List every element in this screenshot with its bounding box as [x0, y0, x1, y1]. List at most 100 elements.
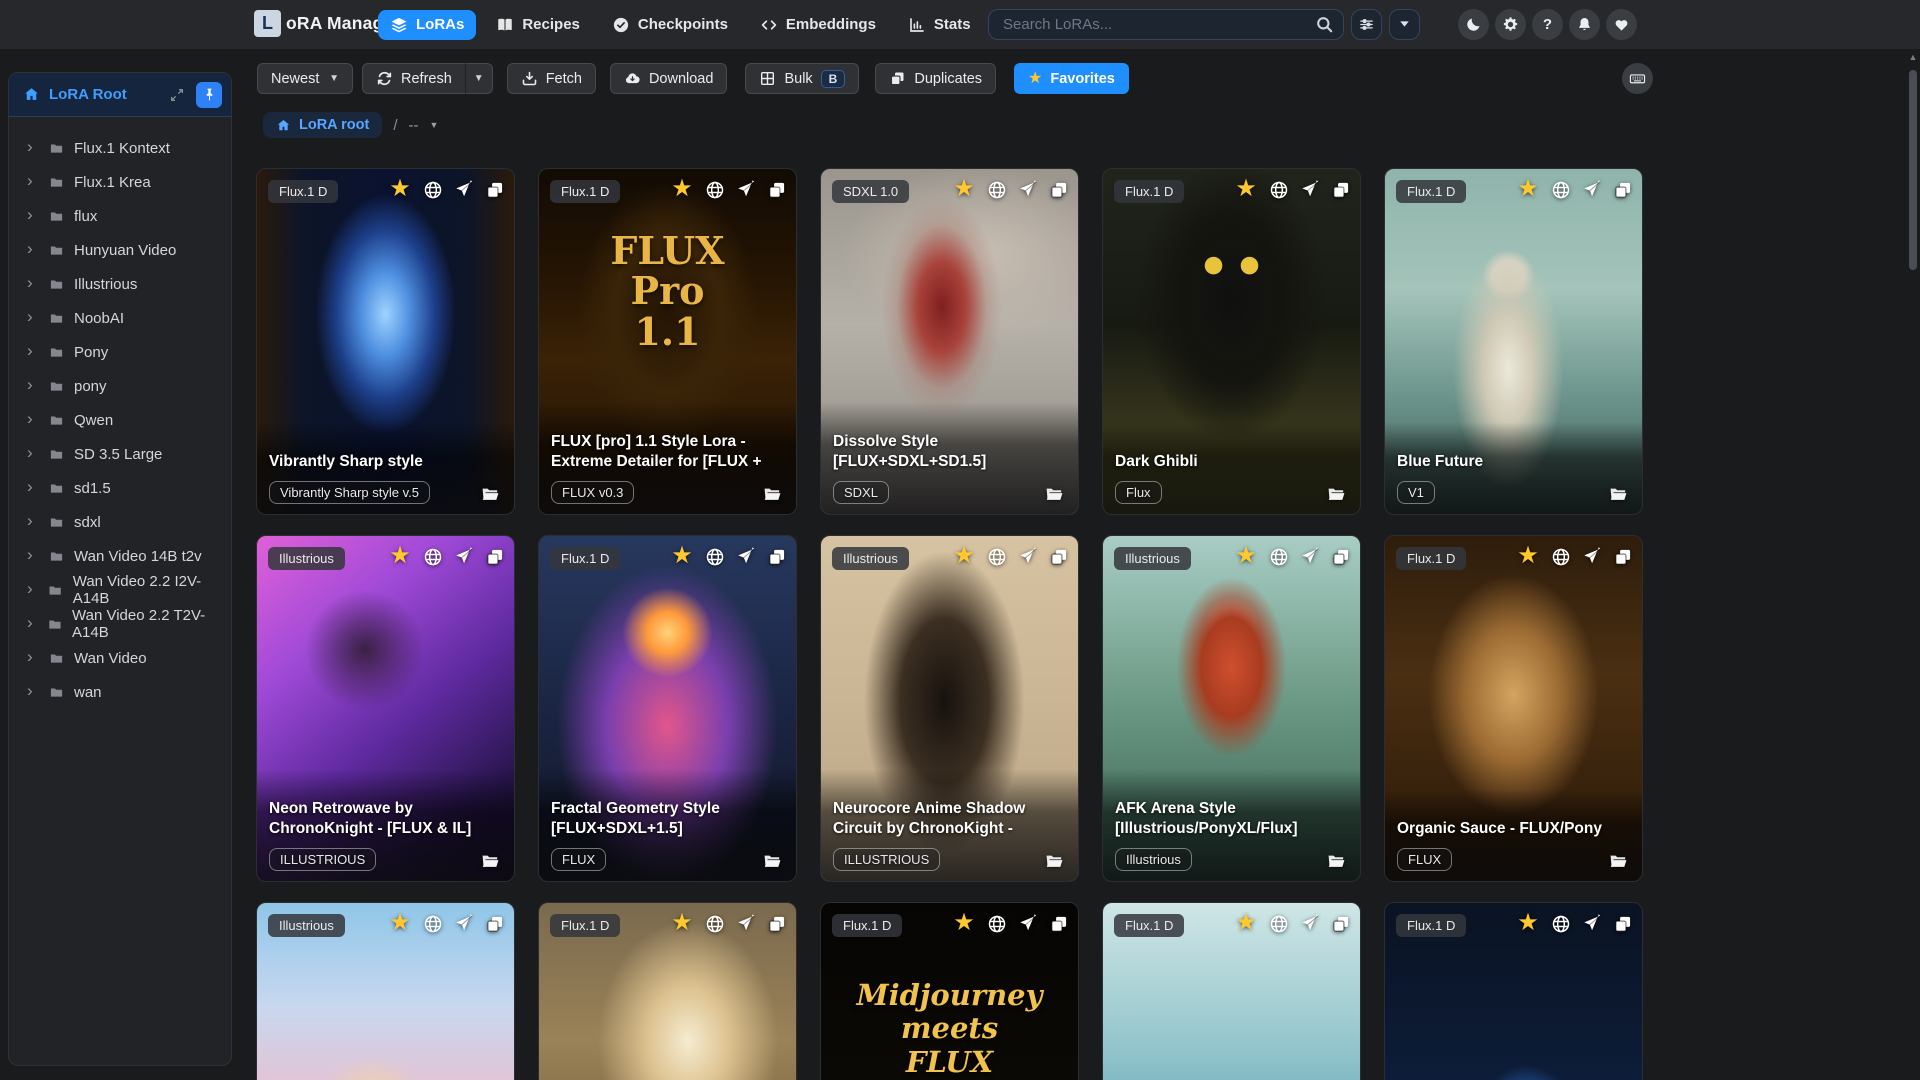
sidebar-folder[interactable]: › sdxl [9, 505, 231, 539]
open-folder-icon[interactable] [1043, 484, 1066, 504]
globe-icon[interactable] [705, 180, 725, 200]
scrollbar[interactable]: ▲ [1907, 52, 1919, 1080]
sidebar-folder[interactable]: › sd1.5 [9, 471, 231, 505]
favorite-star-icon[interactable]: ★ [952, 544, 976, 568]
scrollbar-up-arrow[interactable]: ▲ [1907, 52, 1919, 62]
open-folder-icon[interactable] [1325, 484, 1348, 504]
favorite-star-icon[interactable]: ★ [1516, 544, 1540, 568]
funnel-filter-button[interactable] [1389, 9, 1420, 40]
copy-icon[interactable] [1049, 547, 1069, 567]
globe-icon[interactable] [987, 914, 1007, 934]
copy-icon[interactable] [1613, 914, 1633, 934]
gear-button[interactable] [1495, 9, 1526, 40]
sidebar-folder[interactable]: › Wan Video 2.2 I2V-A14B [9, 573, 231, 607]
nav-tab-checkpoints[interactable]: Checkpoints [600, 10, 740, 40]
send-icon[interactable] [736, 547, 756, 567]
open-folder-icon[interactable] [1325, 851, 1348, 871]
copy-icon[interactable] [485, 180, 505, 200]
sidebar-folder[interactable]: › Wan Video 2.2 T2V-A14B [9, 607, 231, 641]
nav-tab-loras[interactable]: LoRAs [378, 9, 477, 40]
favorite-star-icon[interactable]: ★ [670, 544, 694, 568]
send-icon[interactable] [1300, 547, 1320, 567]
version-tag[interactable]: ILLUSTRIOUS [269, 848, 377, 871]
sidebar-folder[interactable]: › Wan Video [9, 641, 231, 675]
moon-button[interactable] [1458, 9, 1489, 40]
send-icon[interactable] [1018, 180, 1038, 200]
keyboard-shortcuts-button[interactable] [1622, 63, 1653, 94]
open-folder-icon[interactable] [761, 851, 784, 871]
globe-icon[interactable] [1269, 180, 1289, 200]
favorite-star-icon[interactable]: ★ [388, 177, 412, 201]
chevron-right-icon[interactable]: › [27, 172, 41, 189]
chevron-right-icon[interactable]: › [27, 342, 41, 359]
favorite-star-icon[interactable]: ★ [1234, 177, 1258, 201]
refresh-button[interactable]: Refresh [362, 63, 466, 94]
open-folder-icon[interactable] [1043, 851, 1066, 871]
chevron-right-icon[interactable]: › [27, 682, 41, 699]
send-icon[interactable] [1018, 914, 1038, 934]
favorite-star-icon[interactable]: ★ [1234, 544, 1258, 568]
chevron-down-icon[interactable]: ▼ [430, 120, 439, 130]
open-folder-icon[interactable] [761, 484, 784, 504]
version-tag[interactable]: Flux [1115, 481, 1162, 504]
send-icon[interactable] [454, 914, 474, 934]
sliders-filter-button[interactable] [1351, 9, 1382, 40]
fetch-button[interactable]: Fetch [506, 63, 596, 94]
lora-card[interactable]: Flux.1 D ★ Blue Future V1 [1384, 168, 1643, 515]
sidebar-folder[interactable]: › Pony [9, 335, 231, 369]
chevron-right-icon[interactable]: › [27, 546, 41, 563]
lora-card[interactable]: SDXL 1.0 ★ Dissolve Style [FLUX+SDXL+SD1… [820, 168, 1079, 515]
send-icon[interactable] [1300, 914, 1320, 934]
version-tag[interactable]: Vibrantly Sharp style v.5 [269, 481, 430, 504]
chevron-right-icon[interactable]: › [27, 240, 41, 257]
version-tag[interactable]: FLUX [551, 848, 607, 871]
favorites-button[interactable]: ★ Favorites [1014, 63, 1129, 94]
favorite-star-icon[interactable]: ★ [952, 911, 976, 935]
lora-card[interactable]: Midjourney meets FLUX Flux.1 D ★ [820, 902, 1079, 1080]
copy-icon[interactable] [485, 547, 505, 567]
pin-sidebar-button[interactable] [196, 81, 222, 108]
globe-icon[interactable] [423, 180, 443, 200]
sidebar-root-header[interactable]: LoRA Root [9, 73, 231, 117]
favorite-star-icon[interactable]: ★ [670, 177, 694, 201]
download-button[interactable]: Download [609, 63, 728, 94]
copy-icon[interactable] [1049, 914, 1069, 934]
send-icon[interactable] [1582, 180, 1602, 200]
sidebar-folder[interactable]: › Illustrious [9, 267, 231, 301]
chevron-right-icon[interactable]: › [27, 614, 40, 631]
copy-icon[interactable] [485, 914, 505, 934]
lora-card[interactable]: FLUX Pro 1.1 Flux.1 D ★ FLUX [pro] 1.1 S… [538, 168, 797, 515]
globe-icon[interactable] [1551, 180, 1571, 200]
sidebar-folder[interactable]: › Hunyuan Video [9, 233, 231, 267]
collapse-all-icon[interactable] [169, 87, 185, 103]
nav-tab-embeddings[interactable]: Embeddings [748, 10, 888, 40]
send-icon[interactable] [454, 547, 474, 567]
sidebar-folder[interactable]: › Flux.1 Kontext [9, 131, 231, 165]
globe-icon[interactable] [423, 914, 443, 934]
version-tag[interactable]: Illustrious [1115, 848, 1192, 871]
copy-icon[interactable] [1613, 547, 1633, 567]
copy-icon[interactable] [1049, 180, 1069, 200]
globe-icon[interactable] [423, 547, 443, 567]
globe-icon[interactable] [987, 180, 1007, 200]
chevron-right-icon[interactable]: › [27, 648, 41, 665]
globe-icon[interactable] [1269, 914, 1289, 934]
lora-card[interactable]: Flux.1 D ★ Fractal Geometry Style [FLUX+… [538, 535, 797, 882]
bell-button[interactable] [1569, 9, 1600, 40]
chevron-right-icon[interactable]: › [27, 376, 41, 393]
sidebar-folder[interactable]: › wan [9, 675, 231, 709]
bulk-button[interactable]: Bulk B [745, 63, 860, 94]
sidebar-folder[interactable]: › SD 3.5 Large [9, 437, 231, 471]
lora-card[interactable]: Flux.1 D ★ Vibrantly Sharp style Vibrant… [256, 168, 515, 515]
globe-icon[interactable] [1269, 547, 1289, 567]
chevron-right-icon[interactable]: › [27, 512, 41, 529]
lora-card[interactable]: Flux.1 D ★ [1102, 902, 1361, 1080]
lora-card[interactable]: Flux.1 D ★ [1384, 902, 1643, 1080]
favorite-star-icon[interactable]: ★ [670, 911, 694, 935]
sort-dropdown[interactable]: Newest ▼ [257, 63, 353, 94]
sidebar-folder[interactable]: › NoobAI [9, 301, 231, 335]
copy-icon[interactable] [1331, 547, 1351, 567]
copy-icon[interactable] [1613, 180, 1633, 200]
lora-card[interactable]: Illustrious ★ [256, 902, 515, 1080]
favorite-star-icon[interactable]: ★ [1234, 911, 1258, 935]
